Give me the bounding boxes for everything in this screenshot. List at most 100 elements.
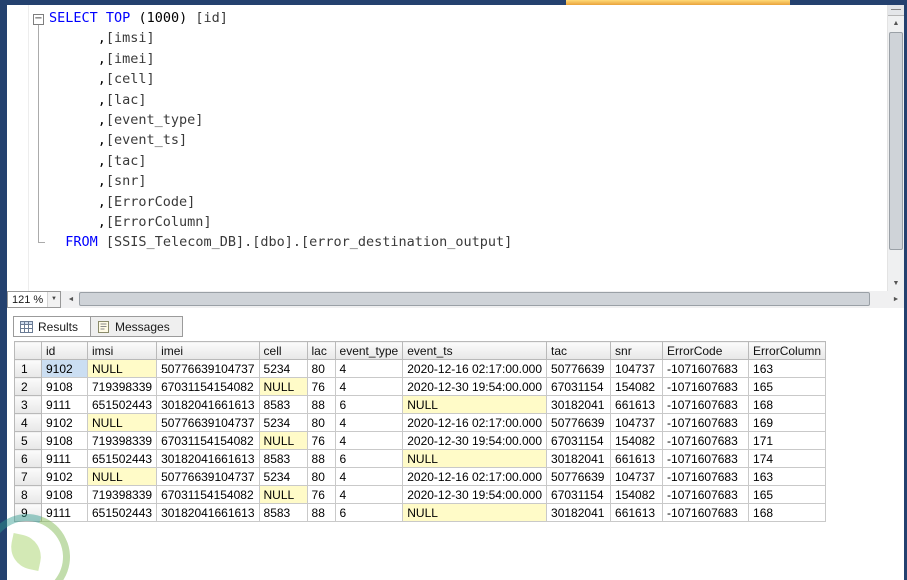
grid-cell[interactable]: 651502443 [86, 503, 158, 522]
editor-horizontal-scrollbar[interactable]: ◄ ► [63, 291, 904, 308]
grid-cell[interactable]: 76 [306, 377, 336, 396]
grid-cell[interactable]: 67031154154082 [156, 431, 260, 450]
grid-cell[interactable]: 5234 [258, 359, 308, 378]
grid-cell[interactable]: 9102 [41, 413, 88, 432]
grid-cell[interactable]: NULL [258, 431, 308, 450]
grid-cell[interactable]: 651502443 [86, 395, 158, 414]
grid-cell[interactable]: 67031154154082 [156, 377, 260, 396]
grid-cell[interactable]: NULL [86, 413, 158, 432]
grid-cell[interactable]: 168 [748, 503, 827, 522]
code-area[interactable]: − SELECT TOP (1000) [id] ,[imsi] ,[imei] … [33, 8, 512, 253]
grid-cell[interactable]: 8583 [258, 395, 308, 414]
grid-cell[interactable]: 9111 [41, 449, 88, 468]
grid-cell[interactable]: 9102 [41, 467, 88, 486]
grid-cell[interactable]: 50776639 [546, 359, 612, 378]
grid-cell[interactable]: 67031154154082 [156, 485, 260, 504]
grid-cell[interactable]: 661613 [610, 503, 664, 522]
grid-cell[interactable]: 30182041661613 [156, 449, 260, 468]
grid-cell[interactable]: 67031154 [546, 485, 612, 504]
grid-cell[interactable]: 80 [306, 467, 336, 486]
code-line[interactable]: FROM [SSIS_Telecom_DB].[dbo].[error_dest… [33, 232, 512, 252]
grid-cell[interactable]: 8583 [258, 503, 308, 522]
grid-cell[interactable]: 9111 [41, 503, 88, 522]
grid-cell[interactable]: 163 [748, 467, 827, 486]
grid-cell[interactable]: 2020-12-30 19:54:00.000 [402, 431, 548, 450]
row-header[interactable]: 8 [14, 485, 42, 504]
grid-cell[interactable]: 50776639 [546, 413, 612, 432]
grid-cell[interactable]: 5234 [258, 467, 308, 486]
row-header[interactable]: 3 [14, 395, 42, 414]
grid-cell[interactable]: -1071607683 [662, 467, 750, 486]
grid-cell[interactable]: NULL [258, 377, 308, 396]
grid-cell[interactable]: 67031154 [546, 377, 612, 396]
grid-cell[interactable]: 80 [306, 359, 336, 378]
grid-cell[interactable]: 5234 [258, 413, 308, 432]
vertical-scroll-thumb[interactable] [889, 32, 903, 250]
row-header[interactable]: 9 [14, 503, 42, 522]
splitter-handle[interactable] [888, 5, 904, 16]
grid-cell[interactable]: 30182041661613 [156, 503, 260, 522]
grid-cell[interactable]: 2020-12-16 02:17:00.000 [402, 413, 548, 432]
grid-cell[interactable]: 4 [334, 467, 404, 486]
grid-cell[interactable]: 661613 [610, 395, 664, 414]
grid-cell[interactable]: NULL [86, 467, 158, 486]
grid-cell[interactable]: 30182041 [546, 395, 612, 414]
grid-cell[interactable]: 88 [306, 449, 336, 468]
grid-cell[interactable]: -1071607683 [662, 431, 750, 450]
grid-cell[interactable]: 4 [334, 413, 404, 432]
grid-cell[interactable]: 50776639 [546, 467, 612, 486]
grid-cell[interactable]: NULL [86, 359, 158, 378]
grid-cell[interactable]: 651502443 [86, 449, 158, 468]
grid-cell[interactable]: NULL [258, 485, 308, 504]
scroll-right-icon[interactable]: ► [888, 291, 904, 308]
grid-cell[interactable]: 6 [334, 503, 404, 522]
grid-cell[interactable]: 4 [334, 431, 404, 450]
grid-cell[interactable]: 9111 [41, 395, 88, 414]
grid-cell[interactable]: 171 [748, 431, 827, 450]
grid-cell[interactable]: -1071607683 [662, 377, 750, 396]
scroll-left-icon[interactable]: ◄ [63, 291, 79, 308]
grid-cell[interactable]: 104737 [610, 413, 664, 432]
grid-cell[interactable]: 88 [306, 395, 336, 414]
code-line[interactable]: ,[event_type] [33, 110, 512, 130]
grid-cell[interactable]: NULL [402, 395, 548, 414]
grid-cell[interactable]: 104737 [610, 359, 664, 378]
grid-cell[interactable]: 30182041 [546, 503, 612, 522]
grid-cell[interactable]: 80 [306, 413, 336, 432]
grid-cell[interactable]: 6 [334, 395, 404, 414]
grid-cell[interactable]: 50776639104737 [156, 413, 260, 432]
tab-results[interactable]: Results [13, 316, 92, 337]
grid-cell[interactable]: 154082 [610, 377, 664, 396]
grid-cell[interactable]: 165 [748, 377, 827, 396]
grid-cell[interactable]: 4 [334, 377, 404, 396]
row-header[interactable]: 6 [14, 449, 42, 468]
grid-cell[interactable]: 719398339 [86, 377, 158, 396]
editor-vertical-scrollbar[interactable]: ▲ ▼ [887, 5, 904, 291]
column-header-ErrorColumn[interactable]: ErrorColumn [748, 341, 827, 360]
chevron-down-icon[interactable]: ▼ [47, 292, 60, 307]
grid-cell[interactable]: 88 [306, 503, 336, 522]
grid-cell[interactable]: 168 [748, 395, 827, 414]
row-header[interactable]: 7 [14, 467, 42, 486]
grid-cell[interactable]: 163 [748, 359, 827, 378]
grid-cell[interactable]: 154082 [610, 485, 664, 504]
scroll-up-icon[interactable]: ▲ [888, 16, 904, 31]
grid-cell[interactable]: 76 [306, 431, 336, 450]
column-header-cell[interactable]: cell [258, 341, 308, 360]
grid-cell[interactable]: 4 [334, 359, 404, 378]
code-line[interactable]: ,[tac] [33, 151, 512, 171]
grid-cell[interactable]: 2020-12-16 02:17:00.000 [402, 467, 548, 486]
grid-cell[interactable]: -1071607683 [662, 503, 750, 522]
column-header-imsi[interactable]: imsi [86, 341, 158, 360]
code-line[interactable]: ,[ErrorCode] [33, 192, 512, 212]
column-header-snr[interactable]: snr [610, 341, 664, 360]
zoom-dropdown[interactable]: 121 % ▼ [7, 291, 61, 308]
column-header-ErrorCode[interactable]: ErrorCode [662, 341, 750, 360]
grid-cell[interactable]: -1071607683 [662, 485, 750, 504]
grid-cell[interactable]: 50776639104737 [156, 467, 260, 486]
code-line[interactable]: ,[cell] [33, 69, 512, 89]
code-line[interactable]: ,[imsi] [33, 28, 512, 48]
grid-cell[interactable]: 9102 [41, 359, 88, 378]
row-header[interactable]: 5 [14, 431, 42, 450]
collapse-minus-icon[interactable]: − [33, 14, 44, 25]
